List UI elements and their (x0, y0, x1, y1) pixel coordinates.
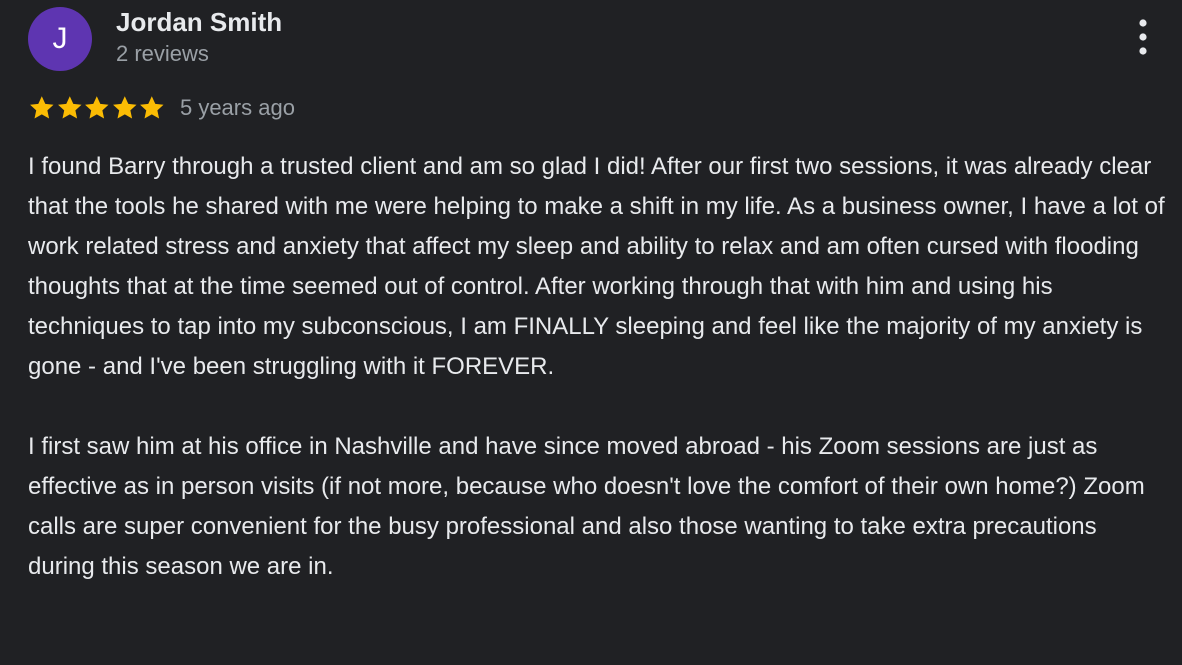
review-paragraph: I found Barry through a trusted client a… (28, 153, 1165, 380)
star-icon (140, 96, 164, 119)
review-text: I found Barry through a trusted client a… (28, 147, 1168, 587)
star-icon (85, 96, 109, 119)
star-icon (112, 96, 137, 119)
review-card: J Jordan Smith 2 reviews 5 years ago I f… (0, 0, 1182, 665)
star-icon (30, 96, 54, 119)
review-count[interactable]: 2 reviews (116, 40, 209, 68)
review-time: 5 years ago (179, 95, 295, 120)
rating-row: 5 years ago (28, 92, 295, 124)
more-vert-icon (1139, 19, 1147, 55)
more-options-button[interactable] (1124, 16, 1162, 62)
review-paragraph: I first saw him at his office in Nashvil… (28, 433, 1145, 580)
star-icon (57, 96, 82, 119)
reviewer-name[interactable]: Jordan Smith (116, 6, 282, 38)
avatar[interactable]: J (28, 7, 92, 71)
star-rating (28, 94, 166, 122)
